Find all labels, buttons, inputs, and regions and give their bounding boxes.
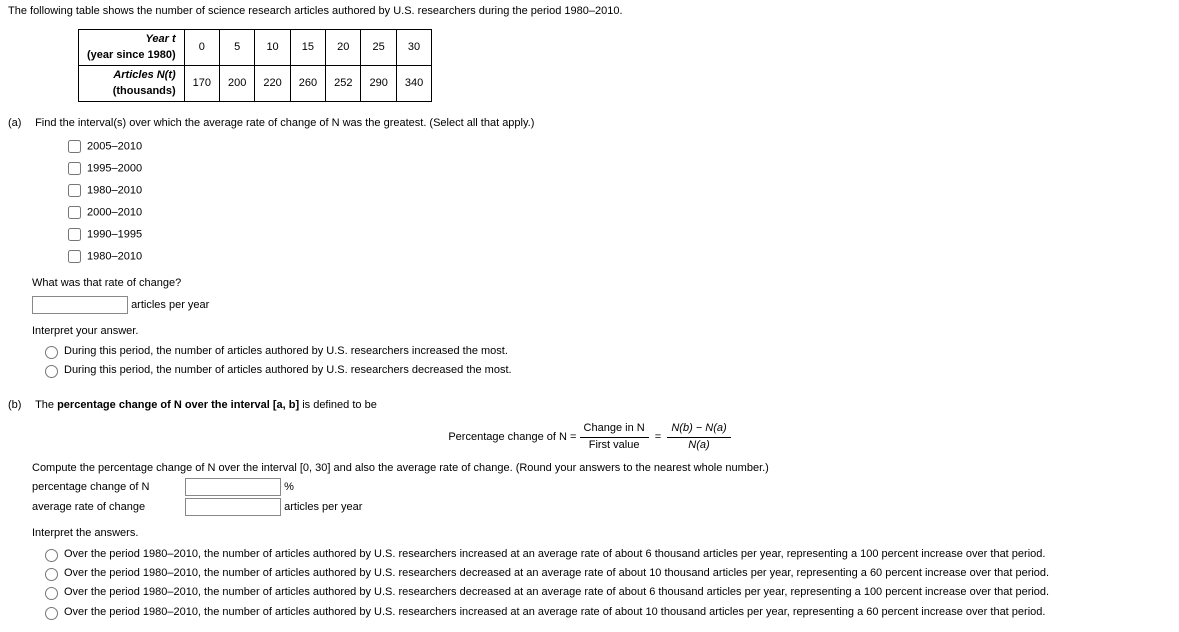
option-label: 1995–2000 — [87, 163, 142, 175]
option-label: 1980–2010 — [87, 251, 142, 263]
intro-text: The following table shows the number of … — [8, 4, 1171, 19]
pc-unit: % — [284, 481, 294, 493]
rate-question: What was that rate of change? — [32, 276, 1171, 291]
arc-input[interactable] — [185, 498, 281, 516]
year-cell: 20 — [326, 30, 361, 66]
option-label: 2005–2010 — [87, 141, 142, 153]
row2-h-a: Articles N(t) — [113, 69, 175, 81]
year-cell: 15 — [290, 30, 325, 66]
compute-question: Compute the percentage change of N over … — [32, 461, 1171, 476]
option-label: During this period, the number of articl… — [64, 345, 508, 357]
year-cell: 0 — [184, 30, 219, 66]
radio-option[interactable] — [45, 549, 58, 562]
arc-unit: articles per year — [284, 501, 362, 513]
radio-option[interactable] — [45, 607, 58, 620]
data-table: Year t (year since 1980) 0 5 10 15 20 25… — [78, 29, 432, 102]
part-b-lead: The percentage change of N over the inte… — [35, 398, 377, 413]
checkbox-option[interactable] — [68, 162, 81, 175]
option-label: Over the period 1980–2010, the number of… — [64, 548, 1045, 560]
value-cell: 252 — [326, 66, 361, 102]
radio-option[interactable] — [45, 365, 58, 378]
pc-input[interactable] — [185, 478, 281, 496]
value-cell: 260 — [290, 66, 325, 102]
lead-c: is defined to be — [299, 399, 377, 411]
value-cell: 220 — [255, 66, 290, 102]
part-b-marker: (b) — [8, 398, 32, 413]
option-label: 2000–2010 — [87, 207, 142, 219]
part-a-marker: (a) — [8, 116, 32, 131]
value-cell: 290 — [361, 66, 396, 102]
interpret-heading-a: Interpret your answer. — [32, 324, 1171, 339]
radio-option[interactable] — [45, 587, 58, 600]
value-cell: 170 — [184, 66, 219, 102]
frac2-den: N(a) — [667, 438, 730, 453]
rate-input[interactable] — [32, 296, 128, 314]
year-cell: 5 — [220, 30, 255, 66]
rate-unit: articles per year — [131, 299, 209, 311]
row1-header: Year t (year since 1980) — [79, 30, 185, 66]
frac1: Change in N First value — [580, 421, 649, 453]
checkbox-option[interactable] — [68, 140, 81, 153]
lead-a: The — [35, 399, 57, 411]
row1-h-b: (year since 1980) — [87, 49, 176, 61]
formula: Percentage change of N = Change in N Fir… — [8, 421, 1171, 453]
part-a-question: Find the interval(s) over which the aver… — [35, 116, 534, 131]
year-cell: 25 — [361, 30, 396, 66]
checkbox-option[interactable] — [68, 250, 81, 263]
year-cell: 30 — [396, 30, 431, 66]
value-cell: 340 — [396, 66, 431, 102]
formula-lhs: Percentage change of N = — [448, 431, 579, 443]
arc-label: average rate of change — [32, 500, 182, 515]
option-label: During this period, the number of articl… — [64, 364, 512, 376]
pc-label: percentage change of N — [32, 480, 182, 495]
frac2: N(b) − N(a) N(a) — [667, 421, 730, 453]
year-cell: 10 — [255, 30, 290, 66]
row2-header: Articles N(t) (thousands) — [79, 66, 185, 102]
value-cell: 200 — [220, 66, 255, 102]
option-label: Over the period 1980–2010, the number of… — [64, 605, 1045, 617]
row1-h-a: Year t — [146, 33, 176, 45]
interpret-heading-b: Interpret the answers. — [32, 526, 1171, 541]
option-label: 1980–2010 — [87, 185, 142, 197]
lead-b: percentage change of N over the interval… — [57, 399, 299, 411]
checkbox-option[interactable] — [68, 228, 81, 241]
checkbox-option[interactable] — [68, 184, 81, 197]
option-label: 1990–1995 — [87, 229, 142, 241]
frac1-num: Change in N — [580, 421, 649, 437]
row2-h-b: (thousands) — [113, 85, 176, 97]
radio-option[interactable] — [45, 568, 58, 581]
frac1-den: First value — [580, 438, 649, 453]
radio-option[interactable] — [45, 346, 58, 359]
frac2-num: N(b) − N(a) — [667, 421, 730, 437]
checkbox-option[interactable] — [68, 206, 81, 219]
option-label: Over the period 1980–2010, the number of… — [64, 567, 1049, 579]
option-label: Over the period 1980–2010, the number of… — [64, 586, 1049, 598]
